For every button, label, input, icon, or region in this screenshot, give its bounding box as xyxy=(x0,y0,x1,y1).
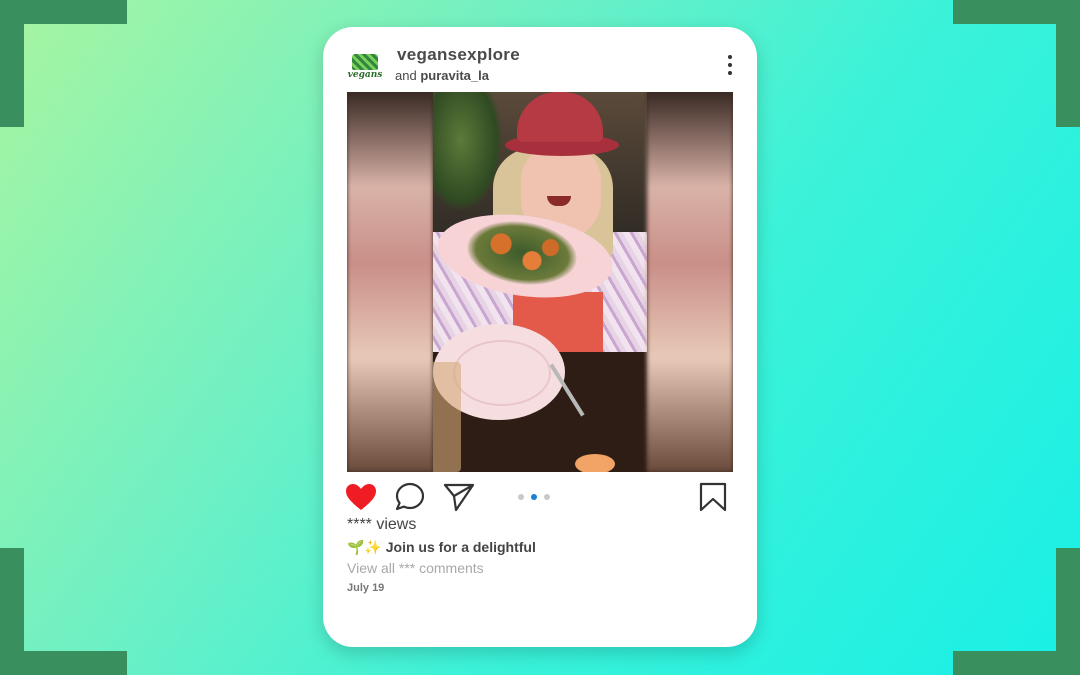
post-caption: 🌱✨ Join us for a delightful xyxy=(347,539,536,555)
more-vertical-icon[interactable] xyxy=(728,55,732,75)
view-comments-link[interactable]: View all *** comments xyxy=(347,560,484,576)
corner-bracket-top-right-vertical xyxy=(1056,0,1080,127)
post-date: July 19 xyxy=(347,582,385,594)
carousel-dot[interactable] xyxy=(518,494,524,500)
post-photo xyxy=(433,92,647,472)
carousel-dot[interactable] xyxy=(544,494,550,500)
views-count: **** views xyxy=(347,516,417,533)
post-username[interactable]: vegansexplore xyxy=(397,45,520,65)
collab-prefix: and xyxy=(395,68,417,83)
media-blurred-background-left xyxy=(347,92,433,472)
send-icon[interactable] xyxy=(443,482,475,517)
post-collaborator: and puravita_la xyxy=(395,68,489,83)
bag-logo-icon xyxy=(352,54,378,70)
corner-bracket-bottom-right-vertical xyxy=(1056,548,1080,675)
carousel-dot-active[interactable] xyxy=(531,494,537,500)
comment-icon[interactable] xyxy=(395,482,425,517)
post-actions-bar xyxy=(345,480,735,514)
collab-username[interactable]: puravita_la xyxy=(420,68,489,83)
media-blurred-background-right xyxy=(647,92,733,472)
corner-bracket-top-left-vertical xyxy=(0,0,24,127)
bookmark-icon[interactable] xyxy=(699,482,727,517)
avatar[interactable]: vegans xyxy=(345,47,385,87)
avatar-logo-text: vegans xyxy=(347,70,383,80)
heart-icon[interactable] xyxy=(345,483,377,516)
corner-bracket-bottom-left-vertical xyxy=(0,548,24,675)
instagram-post-card: vegans vegansexplore and puravita_la ***… xyxy=(323,27,757,647)
carousel-indicator xyxy=(518,494,550,500)
post-media[interactable] xyxy=(347,92,733,472)
